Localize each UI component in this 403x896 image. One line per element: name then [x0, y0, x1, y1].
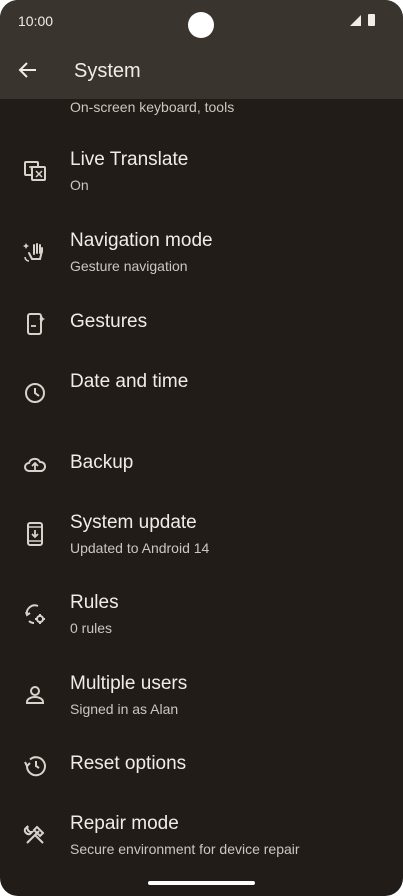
signal-icon [350, 15, 361, 26]
settings-item-navigation-mode[interactable]: Navigation mode Gesture navigation [0, 230, 403, 310]
item-title: Gestures [70, 311, 148, 332]
cloud-upload-icon [22, 452, 48, 478]
rules-icon [22, 601, 48, 627]
back-button[interactable] [16, 58, 40, 82]
gesture-handle[interactable] [148, 881, 255, 885]
status-bar: 10:00 [0, 0, 403, 44]
gesture-hand-icon [22, 239, 48, 265]
item-subtitle: 0 rules [70, 620, 113, 636]
item-title: Navigation mode [70, 230, 213, 251]
settings-item-live-translate[interactable]: Live Translate On [0, 149, 403, 229]
phone-gesture-icon [22, 311, 48, 337]
keyboard-item-subtitle[interactable]: On-screen keyboard, tools [70, 99, 234, 115]
history-icon [22, 753, 48, 779]
item-subtitle: Gesture navigation [70, 258, 188, 274]
translate-icon [22, 158, 48, 184]
system-update-icon [22, 521, 48, 547]
battery-icon [368, 14, 375, 26]
item-title: Reset options [70, 753, 187, 774]
arrow-back-icon [18, 62, 36, 78]
item-title: Rules [70, 592, 119, 613]
person-icon [22, 682, 48, 708]
item-title: Multiple users [70, 673, 188, 694]
item-subtitle: Secure environment for device repair [70, 841, 300, 857]
item-title: System update [70, 512, 197, 533]
page-title: System [74, 60, 141, 82]
settings-item-system-update[interactable]: System update Updated to Android 14 [0, 512, 403, 592]
item-subtitle: Updated to Android 14 [70, 540, 210, 556]
status-time: 10:00 [18, 13, 54, 29]
item-title: Date and time [70, 371, 189, 392]
camera-cutout [188, 12, 214, 38]
app-bar: System [0, 44, 403, 99]
settings-list: On-screen keyboard, tools Live Translate… [0, 99, 403, 896]
settings-item-rules[interactable]: Rules 0 rules [0, 592, 403, 672]
settings-item-multiple-users[interactable]: Multiple users Signed in as Alan [0, 673, 403, 753]
item-title: Backup [70, 452, 134, 473]
tools-icon [22, 822, 48, 848]
item-subtitle: On [70, 177, 89, 193]
phone-screen: 10:00 System On-screen keyboard, tools L… [0, 0, 403, 896]
clock-icon [22, 380, 48, 406]
settings-item-date-time[interactable]: Date and time [0, 371, 403, 451]
item-title: Live Translate [70, 149, 189, 170]
item-title: Repair mode [70, 813, 179, 834]
item-subtitle: Signed in as Alan [70, 701, 179, 717]
